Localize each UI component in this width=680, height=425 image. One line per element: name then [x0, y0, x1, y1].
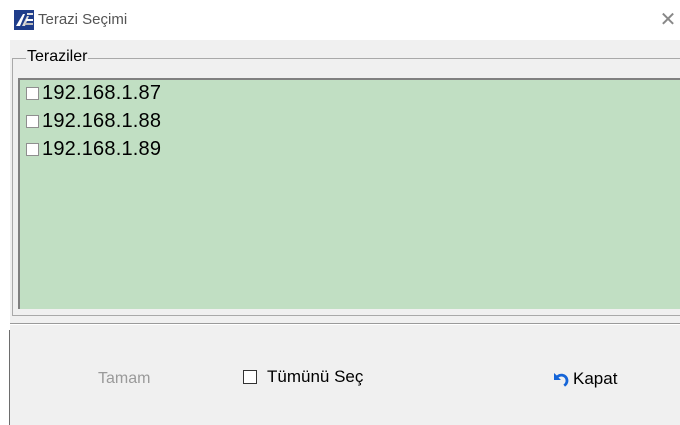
select-all-checkbox[interactable]: Tümünü Seç	[243, 367, 363, 387]
list-item-label: 192.168.1.87	[42, 81, 162, 104]
list-item-checkbox[interactable]	[26, 142, 39, 156]
list-item-label: 192.168.1.89	[42, 137, 162, 160]
select-all-label: Tümünü Seç	[267, 367, 364, 386]
close-icon[interactable]: ✕	[656, 8, 680, 32]
window-title: Terazi Seçimi	[38, 11, 128, 28]
list-item-label: 192.168.1.88	[42, 109, 162, 132]
undo-arrow-icon	[554, 373, 569, 387]
scale-list[interactable]: 192.168.1.87 192.168.1.88 192.168.1.89	[18, 78, 680, 309]
left-edge	[0, 0, 10, 425]
dialog-window: Terazi Seçimi ✕ Teraziler 192.168.1.87 1…	[10, 0, 680, 425]
app-logo-icon	[14, 10, 34, 30]
close-button-label: Kapat	[573, 369, 618, 388]
list-item[interactable]: 192.168.1.89	[26, 136, 161, 162]
separator-highlight	[10, 324, 680, 325]
list-item-checkbox[interactable]	[26, 114, 39, 128]
close-button[interactable]: Kapat	[550, 369, 617, 389]
ok-button[interactable]: Tamam	[98, 370, 150, 388]
list-item[interactable]: 192.168.1.88	[26, 108, 161, 134]
title-bar[interactable]: Terazi Seçimi ✕	[10, 0, 680, 40]
list-item[interactable]: 192.168.1.87	[26, 80, 161, 106]
list-item-checkbox[interactable]	[26, 86, 39, 100]
select-all-box[interactable]	[243, 370, 257, 384]
group-legend: Teraziler	[26, 48, 89, 66]
